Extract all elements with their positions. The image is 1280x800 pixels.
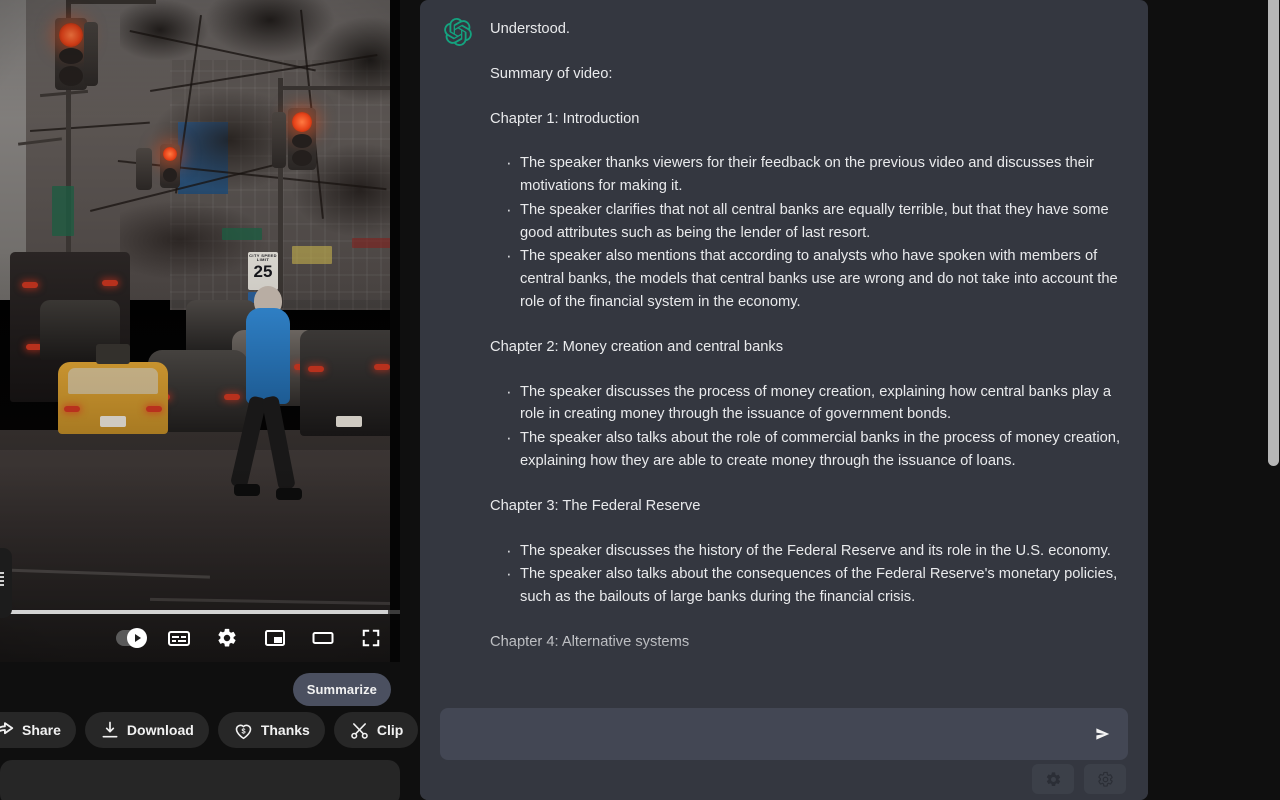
message-intro: Understood. [490, 21, 571, 37]
chapter-2-bullets: The speaker discusses the process of mon… [490, 379, 1124, 473]
scissors-icon [351, 722, 368, 739]
share-icon [0, 722, 14, 735]
video-controls-bar [0, 614, 400, 662]
clip-label: Clip [376, 722, 404, 738]
list-item: The speaker discusses the history of the… [506, 538, 1124, 564]
chat-composer[interactable] [440, 708, 1128, 760]
list-item: The speaker clarifies that not all centr… [506, 197, 1124, 245]
video-settings-button[interactable] [212, 623, 242, 653]
heart-dollar-icon: $ [235, 724, 252, 739]
fullscreen-button[interactable] [356, 623, 386, 653]
subtitles-icon [168, 631, 190, 646]
video-vignette [0, 0, 400, 662]
assistant-message: Understood. Summary of video: Chapter 1:… [444, 17, 1124, 676]
summarize-row: Summarize [0, 662, 400, 712]
assistant-message-body: Understood. Summary of video: Chapter 1:… [490, 18, 1124, 676]
summarize-button[interactable]: Summarize [292, 673, 391, 706]
theater-icon [312, 632, 334, 644]
send-icon [1096, 728, 1110, 740]
autoplay-switch[interactable] [116, 628, 147, 648]
subtitles-button[interactable] [164, 623, 194, 653]
clip-button[interactable]: Clip [333, 712, 419, 748]
thanks-label: Thanks [260, 722, 310, 738]
video-description-card[interactable] [0, 760, 400, 800]
share-label: Share [22, 722, 61, 738]
video-letterbox [390, 0, 400, 662]
gear-icon [218, 628, 236, 647]
download-icon [102, 721, 118, 738]
miniplayer-icon [265, 630, 285, 646]
thanks-button[interactable]: $ Thanks [217, 712, 325, 748]
chat-messages-scroll[interactable]: Understood. Summary of video: Chapter 1:… [420, 0, 1148, 700]
video-action-row: Share Download $ Thanks Clip [0, 710, 448, 750]
list-item: The speaker also mentions that according… [506, 243, 1124, 313]
gear-outline-icon [1097, 771, 1113, 787]
send-button[interactable] [1088, 719, 1118, 749]
list-item: The speaker also talks about the consequ… [506, 561, 1124, 609]
share-button[interactable]: Share [0, 712, 76, 748]
download-button[interactable]: Download [84, 712, 209, 748]
chapter-4-title: Chapter 4: Alternative systems [490, 633, 690, 650]
download-label: Download [126, 722, 194, 738]
chapter-2-title: Chapter 2: Money creation and central ba… [490, 338, 784, 355]
miniplayer-button[interactable] [260, 623, 290, 653]
video-frame: CITY SPEED LIMIT 25 [0, 0, 400, 662]
chapter-1-title: Chapter 1: Introduction [490, 110, 640, 127]
composer-tools [1032, 764, 1126, 794]
chapter-3-bullets: The speaker discusses the history of the… [490, 538, 1124, 609]
list-item: The speaker discusses the process of mon… [506, 379, 1124, 427]
page-scrollbar-thumb[interactable] [1268, 0, 1279, 466]
autoplay-knob [127, 628, 147, 648]
chapter-1-bullets: The speaker thanks viewers for their fee… [490, 150, 1124, 313]
settings-outline-button[interactable] [1084, 764, 1126, 794]
fullscreen-icon [362, 629, 380, 647]
openai-logo-svg [444, 17, 472, 47]
video-column: CITY SPEED LIMIT 25 [0, 0, 448, 800]
video-player[interactable]: CITY SPEED LIMIT 25 [0, 0, 400, 662]
openai-logo-icon [444, 17, 472, 47]
settings-filled-button[interactable] [1032, 764, 1074, 794]
composer-area [420, 700, 1148, 800]
gear-filled-icon [1046, 771, 1060, 786]
summary-heading: Summary of video: [490, 65, 613, 82]
page-scrollbar[interactable] [1267, 0, 1280, 800]
list-item: The speaker thanks viewers for their fee… [506, 150, 1124, 198]
chat-input[interactable] [454, 708, 1074, 760]
left-edge-control[interactable] [0, 548, 12, 618]
left-edge-grip [0, 572, 4, 586]
list-item: The speaker also talks about the role of… [506, 425, 1124, 473]
app-root: CITY SPEED LIMIT 25 [0, 0, 1280, 800]
chat-panel: Understood. Summary of video: Chapter 1:… [420, 0, 1148, 800]
autoplay-toggle[interactable] [116, 623, 147, 653]
chapter-3-title: Chapter 3: The Federal Reserve [490, 497, 701, 514]
theater-button[interactable] [308, 623, 338, 653]
svg-text:$: $ [241, 726, 245, 735]
